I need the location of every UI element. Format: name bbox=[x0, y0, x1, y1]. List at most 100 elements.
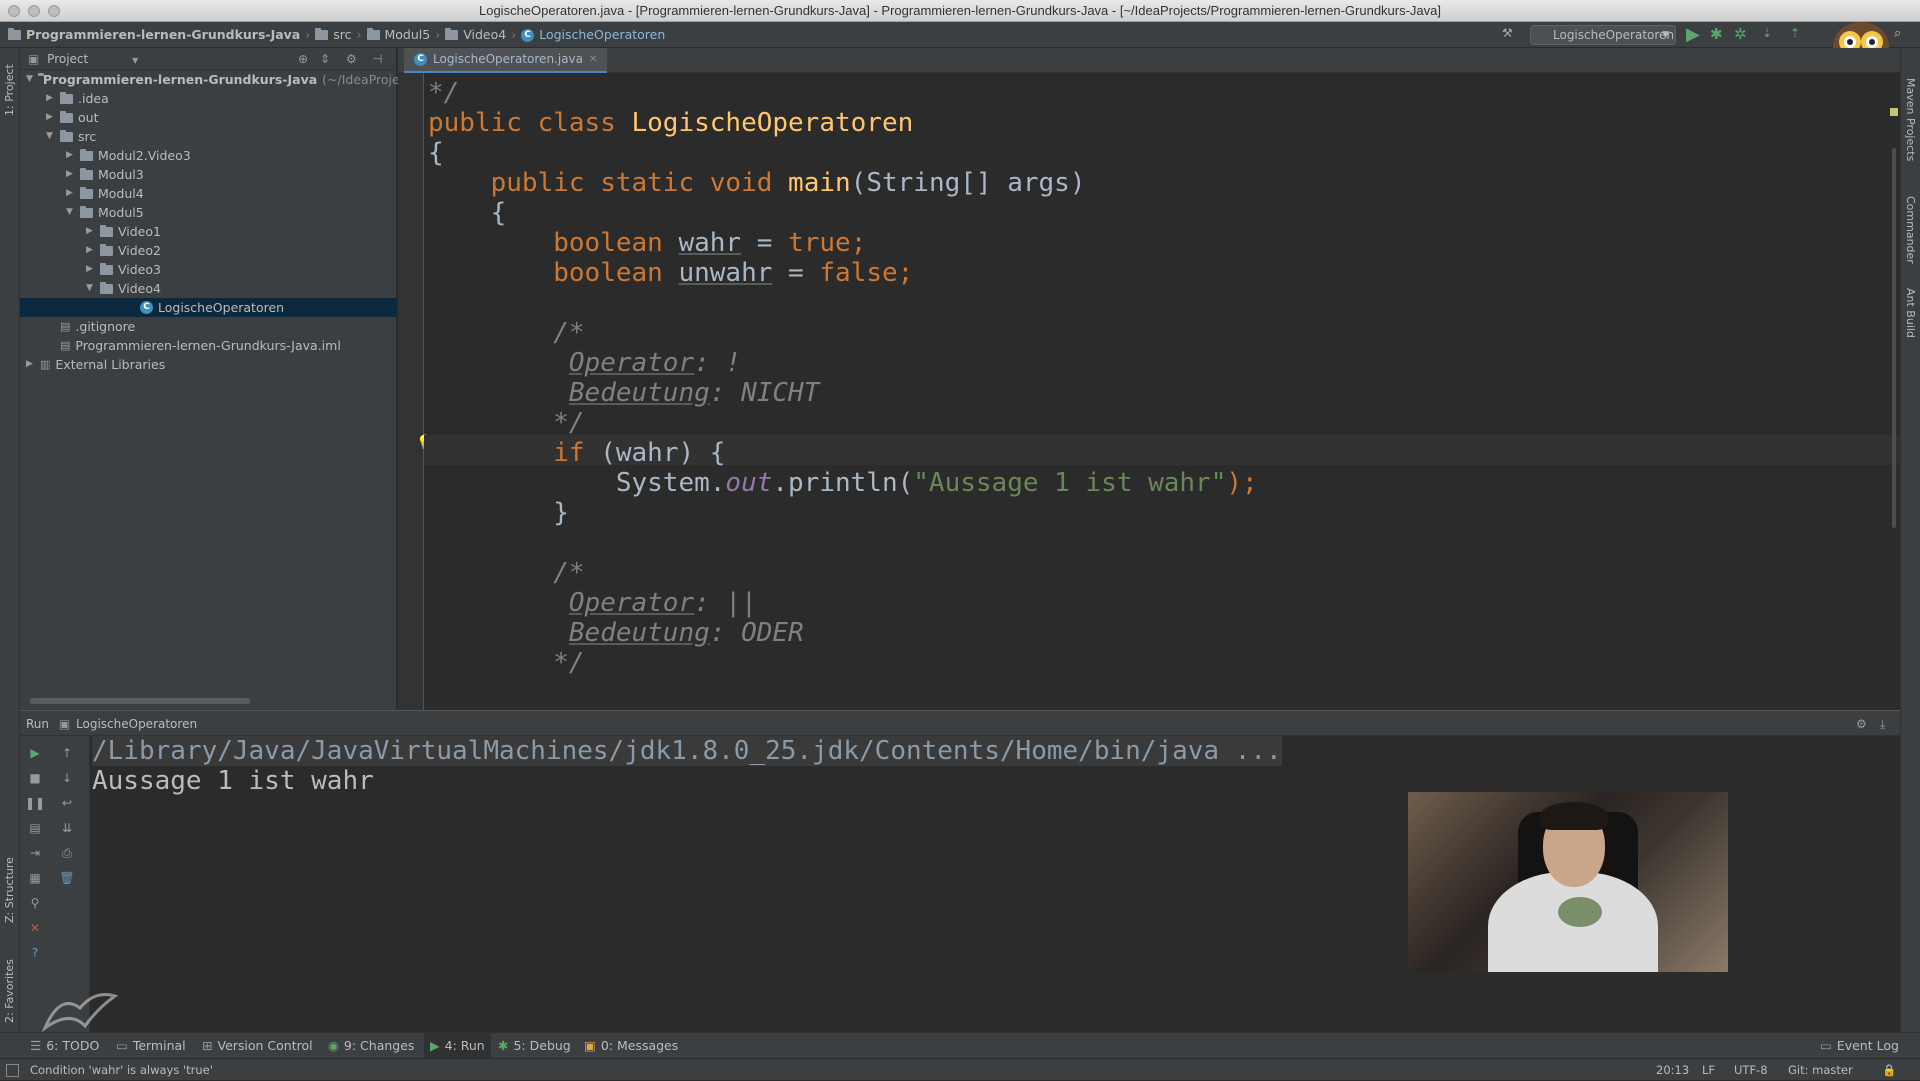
expanded-arrow-icon[interactable]: ▼ bbox=[46, 127, 55, 146]
lock-icon[interactable]: 🔒 bbox=[1882, 1059, 1896, 1081]
soft-wrap-icon[interactable]: ↩ bbox=[60, 796, 74, 810]
maven-projects-tool-button[interactable]: Maven Projects bbox=[1904, 78, 1917, 178]
rerun-icon[interactable]: ▶ bbox=[28, 746, 42, 760]
clear-all-icon[interactable]: 🗑 bbox=[59, 871, 74, 885]
tree-item[interactable]: C LogischeOperatoren bbox=[20, 298, 397, 317]
version-control-tab[interactable]: ⊞ Version Control bbox=[202, 1033, 313, 1059]
changes-tab[interactable]: ◉ 9: Changes bbox=[328, 1033, 414, 1059]
scroll-to-end-icon[interactable]: ⇊ bbox=[60, 821, 74, 835]
horizontal-scrollbar[interactable] bbox=[30, 698, 250, 704]
tree-item[interactable]: ▶ .idea bbox=[20, 89, 397, 108]
commander-tool-button[interactable]: Commander bbox=[1904, 196, 1917, 276]
project-tool-button[interactable]: 1: Project bbox=[3, 56, 16, 116]
code-content[interactable]: */ public class LogischeOperatoren { pub… bbox=[428, 78, 1868, 678]
close-icon[interactable]: ✕ bbox=[28, 921, 42, 935]
tree-item[interactable]: ▼ src bbox=[20, 127, 397, 146]
tree-item[interactable]: ▶ Modul2.Video3 bbox=[20, 146, 397, 165]
project-view-dropdown[interactable]: Project bbox=[47, 52, 88, 66]
collapsed-arrow-icon[interactable]: ▶ bbox=[46, 89, 55, 108]
console-output[interactable]: /Library/Java/JavaVirtualMachines/jdk1.8… bbox=[92, 736, 1892, 796]
stop-icon[interactable]: ■ bbox=[28, 771, 42, 785]
toggle-tool-windows-icon[interactable] bbox=[6, 1064, 19, 1077]
vcs-commit-icon[interactable]: ⇡ bbox=[1790, 26, 1800, 40]
coverage-icon[interactable]: ✲ bbox=[1734, 25, 1747, 43]
tab-logische-operatoren[interactable]: C LogischeOperatoren.java ✕ bbox=[404, 47, 608, 73]
scroll-down-icon[interactable]: ↓ bbox=[60, 771, 74, 785]
line-separator[interactable]: LF bbox=[1702, 1059, 1715, 1081]
close-tab-icon[interactable]: ✕ bbox=[589, 47, 597, 72]
folder-icon bbox=[366, 28, 380, 40]
collapsed-arrow-icon[interactable]: ▶ bbox=[66, 184, 75, 203]
chevron-down-icon: ▼ bbox=[132, 56, 139, 65]
favorites-tool-button[interactable]: 2: Favorites bbox=[3, 943, 16, 1023]
event-log-tab[interactable]: ▭ Event Log bbox=[1820, 1033, 1899, 1059]
collapsed-arrow-icon[interactable]: ▶ bbox=[26, 355, 35, 374]
tree-item[interactable]: ▼ Programmieren-lernen-Grundkurs-Java (~/I… bbox=[20, 70, 407, 89]
tree-item[interactable]: ▶ Modul4 bbox=[20, 184, 397, 203]
terminal-icon: ▭ bbox=[116, 1038, 128, 1053]
scroll-from-source-icon[interactable]: ⊕ bbox=[298, 48, 308, 70]
run-icon[interactable]: ▶ bbox=[1686, 24, 1700, 45]
hide-panel-icon[interactable]: ⤓ bbox=[1880, 711, 1885, 737]
run-config-dropdown[interactable]: LogischeOperatoren ▼ bbox=[1530, 25, 1676, 45]
if-condition: (wahr) { bbox=[600, 438, 726, 468]
tree-item[interactable]: ▶ Video3 bbox=[20, 260, 397, 279]
collapsed-arrow-icon[interactable]: ▶ bbox=[66, 146, 75, 165]
collapsed-arrow-icon[interactable]: ▶ bbox=[86, 260, 95, 279]
print-icon[interactable]: ⎙ bbox=[60, 846, 74, 860]
structure-tool-button[interactable]: Z: Structure bbox=[3, 843, 16, 923]
tree-item[interactable]: ▤ Programmieren-lernen-Grundkurs-Java.iml bbox=[20, 336, 397, 355]
run-tab[interactable]: LogischeOperatoren bbox=[76, 717, 197, 731]
tree-item[interactable]: ▼ Modul5 bbox=[20, 203, 397, 222]
messages-tab[interactable]: ▣ 0: Messages bbox=[584, 1033, 678, 1059]
collapsed-arrow-icon[interactable]: ▶ bbox=[66, 165, 75, 184]
exit-icon[interactable]: ⇥ bbox=[28, 846, 42, 860]
pin-icon[interactable]: ⚲ bbox=[28, 896, 42, 910]
gear-icon[interactable]: ⚙ bbox=[346, 48, 357, 70]
pause-icon[interactable]: ❚❚ bbox=[25, 796, 45, 810]
tree-item[interactable]: ▶ Video1 bbox=[20, 222, 397, 241]
tab-label: 0: Messages bbox=[600, 1038, 679, 1053]
debug-icon[interactable]: ✱ bbox=[1710, 25, 1723, 43]
terminal-tab[interactable]: ▭ Terminal bbox=[116, 1033, 186, 1059]
vcs-update-icon[interactable]: ⇣ bbox=[1762, 26, 1772, 40]
comment-text: Operator bbox=[568, 588, 695, 618]
vertical-scrollbar[interactable] bbox=[1892, 148, 1896, 528]
debug-tab[interactable]: ✱ 5: Debug bbox=[498, 1033, 571, 1059]
collapsed-arrow-icon[interactable]: ▶ bbox=[46, 108, 55, 127]
tree-item[interactable]: ▶ out bbox=[20, 108, 397, 127]
tree-item[interactable]: ▤ .gitignore bbox=[20, 317, 397, 336]
breadcrumb-modul5[interactable]: Modul5 bbox=[385, 22, 431, 48]
search-icon[interactable]: ⌕ bbox=[1894, 26, 1901, 41]
expanded-arrow-icon[interactable]: ▼ bbox=[26, 70, 33, 89]
breadcrumb-separator: › bbox=[305, 27, 311, 42]
tree-item[interactable]: ▶ Video2 bbox=[20, 241, 397, 260]
tree-item[interactable]: ▼ Video4 bbox=[20, 279, 397, 298]
hide-panel-icon[interactable]: ⊣ bbox=[372, 48, 382, 70]
run-tool-tab[interactable]: ▶ 4: Run bbox=[424, 1033, 491, 1059]
breadcrumb-video4[interactable]: Video4 bbox=[463, 22, 506, 48]
collapse-all-icon[interactable]: ⇕ bbox=[320, 48, 330, 70]
help-icon[interactable]: ? bbox=[28, 946, 42, 960]
tree-item[interactable]: ▶ ▥ External Libraries bbox=[20, 355, 397, 374]
scroll-up-icon[interactable]: ↑ bbox=[60, 746, 74, 760]
left-tool-strip: 1: Project Z: Structure 2: Favorites bbox=[0, 48, 20, 1038]
breadcrumb-project[interactable]: Programmieren-lernen-Grundkurs-Java bbox=[26, 22, 300, 48]
breadcrumb-src[interactable]: src bbox=[333, 22, 351, 48]
expanded-arrow-icon[interactable]: ▼ bbox=[86, 279, 95, 298]
inspection-marker-icon[interactable] bbox=[1890, 108, 1898, 116]
gear-icon[interactable]: ⚙ bbox=[1856, 711, 1867, 737]
collapsed-arrow-icon[interactable]: ▶ bbox=[86, 241, 95, 260]
dump-threads-icon[interactable]: ▤ bbox=[28, 821, 42, 835]
todo-tab[interactable]: ☰ 6: TODO bbox=[30, 1033, 99, 1059]
caret-position[interactable]: 20:13 bbox=[1656, 1059, 1689, 1081]
git-branch[interactable]: Git: master bbox=[1788, 1059, 1853, 1081]
tree-item[interactable]: ▶ Modul3 bbox=[20, 165, 397, 184]
expanded-arrow-icon[interactable]: ▼ bbox=[66, 203, 75, 222]
layout-icon[interactable]: ▦ bbox=[28, 871, 42, 885]
collapsed-arrow-icon[interactable]: ▶ bbox=[86, 222, 95, 241]
file-encoding[interactable]: UTF-8 bbox=[1734, 1059, 1768, 1081]
breadcrumb-class[interactable]: LogischeOperatoren bbox=[539, 22, 665, 48]
ant-build-tool-button[interactable]: Ant Build bbox=[1904, 288, 1917, 368]
build-icon[interactable]: ⚒ bbox=[1502, 26, 1518, 42]
